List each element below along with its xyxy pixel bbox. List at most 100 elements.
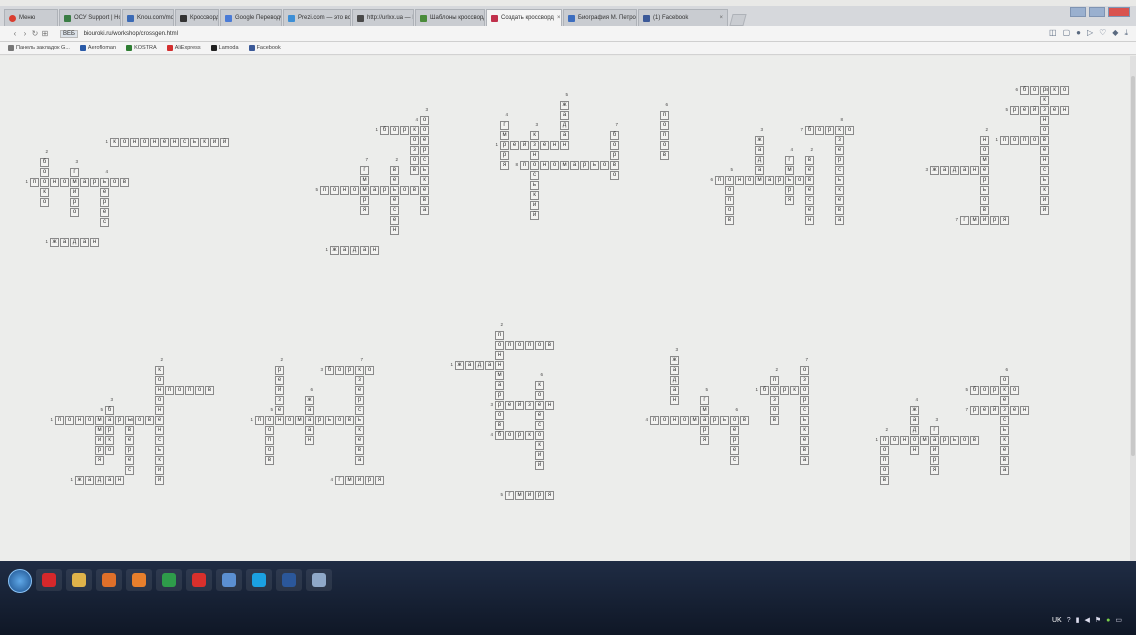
- grid-icon[interactable]: ⊞: [40, 29, 50, 38]
- back-arrow-icon[interactable]: ‹: [10, 29, 20, 38]
- bookmark-favicon-icon: [248, 45, 255, 51]
- media-app-button[interactable]: [96, 569, 122, 591]
- firefox-app-button[interactable]: [126, 569, 152, 591]
- clue-number: 8: [515, 162, 518, 167]
- crossword-cell: о: [420, 126, 429, 135]
- crossword-cell: н: [305, 436, 314, 445]
- browser-tab[interactable]: Prezi.com — это всё×: [283, 9, 351, 26]
- crossword-cell: р: [930, 456, 939, 465]
- bookmark-item[interactable]: Панель закладок G...: [8, 45, 70, 51]
- crossword-cell: а: [560, 111, 569, 120]
- crossword-cell: р: [610, 151, 619, 160]
- network-icon[interactable]: ▮: [1076, 616, 1080, 624]
- crossword-cell: н: [670, 396, 679, 405]
- browser-menu-tab[interactable]: Меню: [4, 9, 58, 26]
- camera-icon[interactable]: ◫: [1049, 28, 1057, 38]
- crossword-cell: п: [770, 376, 779, 385]
- tab-close-icon[interactable]: ×: [716, 15, 723, 21]
- explorer-app-button[interactable]: [66, 569, 92, 591]
- chrome-app-button[interactable]: [156, 569, 182, 591]
- clue-number: 7: [365, 157, 368, 162]
- tab-close-icon[interactable]: ×: [554, 15, 561, 21]
- tab-favicon-icon: [643, 14, 650, 22]
- bookmark-item[interactable]: AliExpress: [166, 45, 201, 51]
- browser-tab[interactable]: ОСУ Support | Новости×: [59, 9, 121, 26]
- crossword-cell: ь: [1000, 426, 1009, 435]
- close-window-button[interactable]: [1108, 7, 1130, 17]
- crossword-cell: с: [730, 456, 739, 465]
- crossword-cell: в: [770, 416, 779, 425]
- bookmark-item[interactable]: Lamoda: [210, 45, 239, 51]
- crossword-cell: о: [155, 376, 164, 385]
- crossword-cell: н: [155, 426, 164, 435]
- heart-icon[interactable]: ♡: [1099, 28, 1106, 38]
- crossword-cell: е: [535, 401, 544, 410]
- browser-tab[interactable]: Биография М. Петро×: [563, 9, 637, 26]
- clue-number: 5: [705, 387, 708, 392]
- browser-tab[interactable]: Создать кроссворд ×: [486, 9, 562, 26]
- play-icon[interactable]: ▷: [1087, 28, 1093, 38]
- forward-arrow-icon[interactable]: ›: [20, 29, 30, 38]
- bookmark-item[interactable]: KOSTRA: [126, 45, 157, 51]
- crossword-cell: о: [980, 196, 989, 205]
- browser-tab[interactable]: Кроссворды×: [175, 9, 219, 26]
- browser-tab[interactable]: Шаблоны кроссворда×: [415, 9, 485, 26]
- clue-number: 1: [105, 139, 108, 144]
- crossword-cell: е: [980, 166, 989, 175]
- crossword-cell: е: [805, 186, 814, 195]
- extension-icon[interactable]: ◆: [1112, 28, 1118, 38]
- url-badge: ВЕБ: [60, 29, 78, 38]
- crossword-cell: з: [275, 396, 284, 405]
- volume-icon[interactable]: ◀: [1084, 616, 1089, 624]
- clue-number: 5: [500, 492, 503, 497]
- crossword-cell: б: [40, 158, 49, 167]
- url-field[interactable]: ВЕБ biouroki.ru/workshop/crossgen.html: [60, 29, 178, 38]
- crossword-cell: в: [120, 178, 129, 187]
- scrollbar-thumb[interactable]: [1131, 76, 1135, 456]
- bookmark-item[interactable]: Facebook: [248, 45, 281, 51]
- skype-app-button[interactable]: [246, 569, 272, 591]
- clue-number: 6: [540, 372, 543, 377]
- reload-icon[interactable]: ↻: [30, 29, 40, 38]
- tab-favicon-icon: [491, 14, 498, 22]
- bookmark-item[interactable]: Aerofloman: [79, 45, 116, 51]
- crossword-cell: р: [495, 401, 504, 410]
- crossword-cell: о: [610, 141, 619, 150]
- crossword-cell: о: [610, 171, 619, 180]
- tab-close-icon[interactable]: ×: [636, 15, 637, 21]
- notification-icon[interactable]: ▭: [1115, 616, 1122, 624]
- language-indicator[interactable]: UK: [1052, 617, 1062, 624]
- tab-label: Knou.com/mosfest/gt/gn: [137, 15, 174, 21]
- shield-icon[interactable]: ●: [1076, 28, 1081, 38]
- help-icon[interactable]: ?: [1067, 617, 1071, 624]
- settings-app-button[interactable]: [216, 569, 242, 591]
- word-app-button[interactable]: [276, 569, 302, 591]
- windows-taskbar: UK ? ▮ ◀ ⚑ ● ▭: [0, 561, 1136, 635]
- bookmark-icon[interactable]: ▢: [1063, 28, 1071, 38]
- crossword-cell: а: [800, 456, 809, 465]
- yandex-app-button[interactable]: [186, 569, 212, 591]
- opera-app-icon: [42, 573, 56, 587]
- new-tab-button[interactable]: [729, 14, 747, 26]
- crossword-cell: о: [535, 431, 544, 440]
- crossword-cell: в: [880, 476, 889, 485]
- minimize-button[interactable]: [1070, 7, 1086, 17]
- crossword-cell: к: [155, 456, 164, 465]
- download-icon[interactable]: ⤓: [1124, 28, 1128, 38]
- browser-tab[interactable]: http://urlxx.ua — Поэт×: [352, 9, 414, 26]
- flag-icon[interactable]: ⚑: [1095, 616, 1101, 624]
- crossword-cell: к: [835, 126, 844, 135]
- skype-app-icon: [252, 573, 266, 587]
- crossword-cell: в: [390, 166, 399, 175]
- start-button[interactable]: [8, 569, 32, 593]
- browser-tab[interactable]: Google Переводчик×: [220, 9, 282, 26]
- files-app-button[interactable]: [306, 569, 332, 591]
- battery-icon[interactable]: ●: [1106, 617, 1110, 624]
- browser-tab[interactable]: Knou.com/mosfest/gt/gn×: [122, 9, 174, 26]
- vertical-scrollbar[interactable]: [1130, 56, 1136, 561]
- opera-app-button[interactable]: [36, 569, 62, 591]
- crossword-cell: р: [980, 176, 989, 185]
- crossword-cell: а: [80, 178, 89, 187]
- browser-tab[interactable]: (1) Facebook ×: [638, 9, 728, 26]
- maximize-button[interactable]: [1089, 7, 1105, 17]
